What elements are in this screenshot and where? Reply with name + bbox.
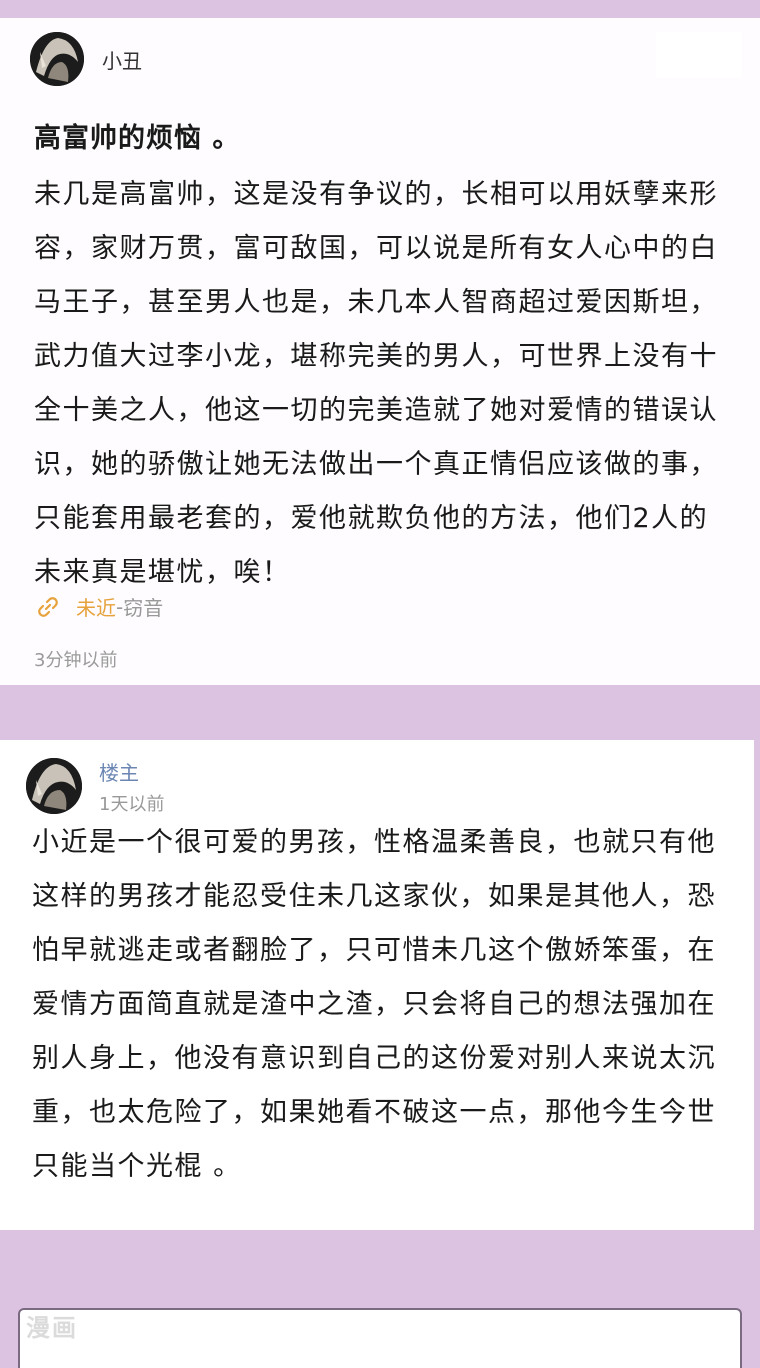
post-card: 小丑 高富帅的烦恼 。 未几是高富帅，这是没有争议的，长相可以用妖孽来形容，家财…: [0, 18, 760, 685]
user-avatar[interactable]: [30, 32, 84, 86]
source-title[interactable]: 未近: [76, 592, 116, 621]
reply-username[interactable]: 楼主: [99, 757, 139, 786]
avatar-image: [26, 758, 82, 814]
avatar-image: [30, 32, 84, 86]
top-right-area: [656, 32, 742, 78]
post-title: 高富帅的烦恼 。: [34, 123, 241, 154]
next-card-partial: [18, 1308, 742, 1368]
source-separator: -: [116, 594, 124, 619]
source-link[interactable]: 未近 - 窃音: [36, 592, 163, 621]
source-author[interactable]: 窃音: [123, 592, 163, 621]
reply-card: 楼主 1天以前 小近是一个很可爱的男孩，性格温柔善良，也就只有他这样的男孩才能忍…: [0, 740, 754, 1230]
owner-avatar[interactable]: [26, 758, 82, 814]
post-username[interactable]: 小丑: [102, 45, 142, 74]
watermark-logo: 漫画: [26, 1314, 78, 1342]
post-body: 未几是高富帅，这是没有争议的，长相可以用妖孽来形容，家财万贯，富可敌国，可以说是…: [34, 179, 718, 588]
link-icon: [38, 596, 58, 617]
post-timestamp: 3分钟以前: [34, 650, 118, 671]
reply-timestamp: 1天以前: [99, 794, 165, 815]
reply-body: 小近是一个很可爱的男孩，性格温柔善良，也就只有他这样的男孩才能忍受住未几这家伙，…: [32, 827, 716, 1182]
